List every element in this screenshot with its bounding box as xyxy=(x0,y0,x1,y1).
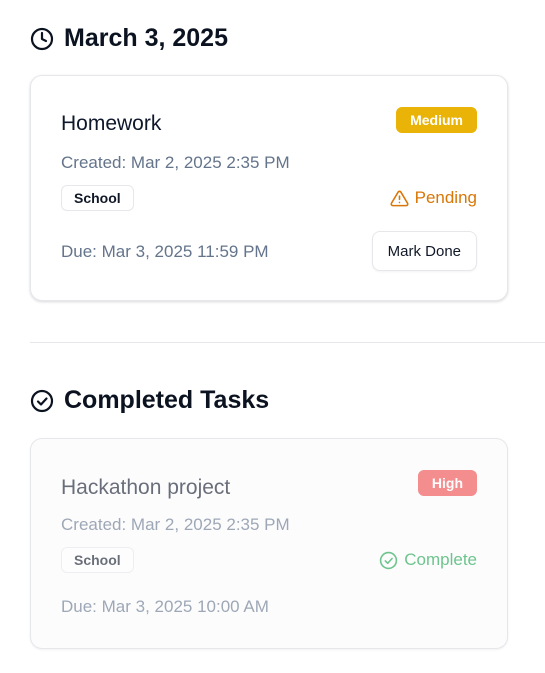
due-date: Due: Mar 3, 2025 11:59 PM xyxy=(61,242,269,261)
section-divider xyxy=(30,342,545,343)
clock-icon xyxy=(30,27,54,50)
date-section-title: March 3, 2025 xyxy=(64,24,228,52)
category-tag: School xyxy=(61,547,134,573)
status-indicator: Complete xyxy=(379,550,477,570)
completed-section-header: Completed Tasks xyxy=(30,386,269,415)
created-timestamp: Created: Mar 2, 2025 2:35 PM xyxy=(61,515,290,534)
category-tag: School xyxy=(61,185,134,211)
task-title: Homework xyxy=(61,112,162,135)
task-card-homework[interactable]: Homework Medium Created: Mar 2, 2025 2:3… xyxy=(30,75,508,301)
status-indicator: Pending xyxy=(390,188,477,208)
date-section-header: March 3, 2025 xyxy=(30,24,228,53)
warning-triangle-icon xyxy=(390,190,409,206)
task-title: Hackathon project xyxy=(61,476,231,499)
priority-badge: High xyxy=(417,470,477,496)
check-circle-icon xyxy=(30,389,54,412)
status-label: Pending xyxy=(414,188,477,207)
due-date: Due: Mar 3, 2025 10:00 AM xyxy=(61,597,269,616)
completed-section-title: Completed Tasks xyxy=(64,386,270,414)
task-card-hackathon-project[interactable]: Hackathon project High Created: Mar 2, 2… xyxy=(30,438,508,649)
created-timestamp: Created: Mar 2, 2025 2:35 PM xyxy=(61,153,290,172)
mark-done-button[interactable]: Mark Done xyxy=(371,231,477,271)
priority-badge: Medium xyxy=(396,107,477,133)
check-circle-icon xyxy=(380,551,398,569)
status-label: Complete xyxy=(404,550,477,569)
